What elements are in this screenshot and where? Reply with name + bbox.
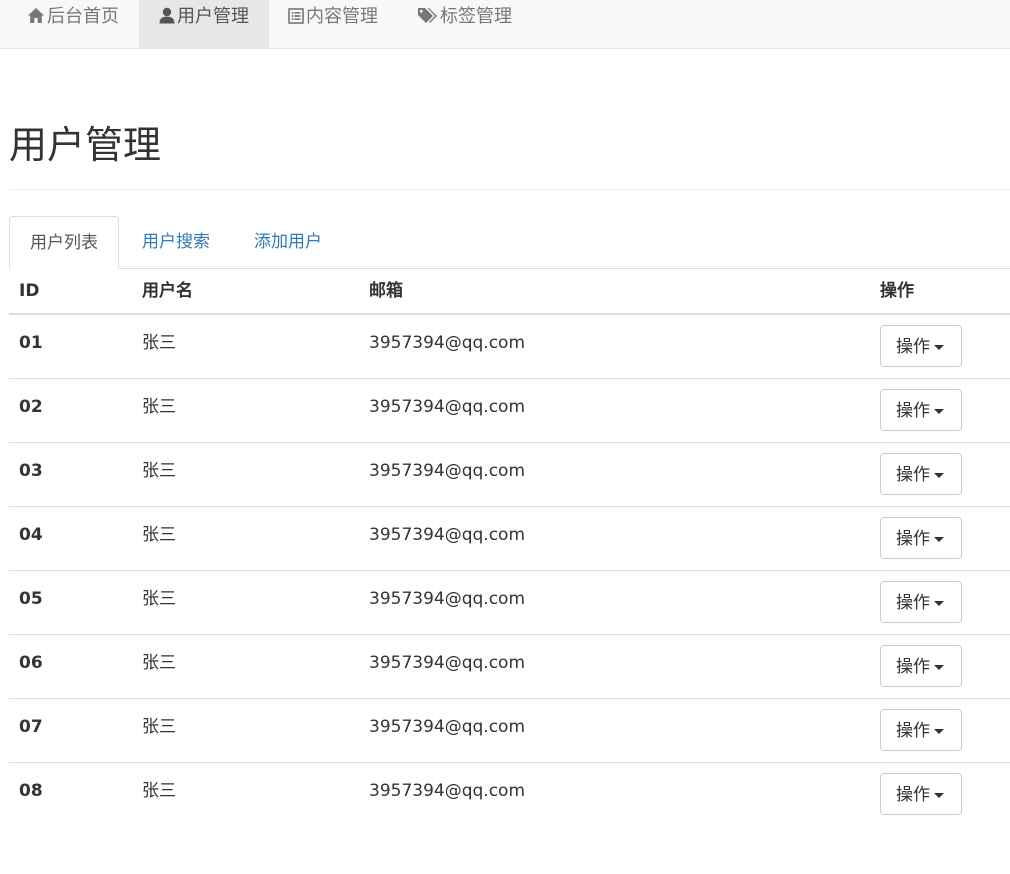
actions-dropdown-button[interactable]: 操作 — [880, 325, 962, 367]
home-icon — [28, 8, 44, 23]
tab-add-user[interactable]: 添加用户 — [254, 216, 322, 269]
cell-id: 02 — [19, 397, 43, 417]
tab-user-search[interactable]: 用户搜索 — [142, 216, 210, 269]
caret-down-icon — [934, 600, 944, 606]
cell-username: 张三 — [142, 397, 176, 417]
table-row: 06 张三 3957394@qq.com 操作 — [9, 635, 1010, 699]
tags-icon — [418, 8, 437, 23]
nav-item-users[interactable]: 用户管理 — [139, 0, 269, 48]
caret-down-icon — [934, 344, 944, 350]
caret-down-icon — [934, 728, 944, 734]
header-email: 邮箱 — [369, 281, 403, 301]
tab-user-list[interactable]: 用户列表 — [9, 216, 119, 269]
caret-down-icon — [934, 408, 944, 414]
table-row: 03 张三 3957394@qq.com 操作 — [9, 443, 1010, 507]
cell-username: 张三 — [142, 589, 176, 609]
actions-dropdown-button[interactable]: 操作 — [880, 581, 962, 623]
actions-dropdown-button[interactable]: 操作 — [880, 389, 962, 431]
actions-button-label: 操作 — [896, 785, 930, 805]
table-row: 04 张三 3957394@qq.com 操作 — [9, 507, 1010, 571]
actions-dropdown-button[interactable]: 操作 — [880, 773, 962, 815]
cell-id: 04 — [19, 525, 43, 545]
caret-down-icon — [934, 792, 944, 798]
table-header: ID 用户名 邮箱 操作 — [9, 269, 1010, 315]
cell-email: 3957394@qq.com — [369, 717, 526, 737]
cell-id: 08 — [19, 781, 43, 801]
user-table: ID 用户名 邮箱 操作 01 张三 3957394@qq.com 操作 02 … — [9, 269, 1010, 827]
actions-button-label: 操作 — [896, 657, 930, 677]
title-divider — [9, 189, 1010, 190]
table-row: 02 张三 3957394@qq.com 操作 — [9, 379, 1010, 443]
cell-username: 张三 — [142, 461, 176, 481]
actions-button-label: 操作 — [896, 401, 930, 421]
cell-email: 3957394@qq.com — [369, 653, 526, 673]
table-row: 05 张三 3957394@qq.com 操作 — [9, 571, 1010, 635]
cell-username: 张三 — [142, 781, 176, 801]
cell-email: 3957394@qq.com — [369, 461, 526, 481]
nav-item-label: 用户管理 — [177, 6, 249, 27]
cell-username: 张三 — [142, 525, 176, 545]
table-row: 07 张三 3957394@qq.com 操作 — [9, 699, 1010, 763]
nav-item-tags[interactable]: 标签管理 — [417, 0, 512, 48]
header-id: ID — [19, 281, 40, 301]
nav-item-label: 后台首页 — [47, 6, 119, 27]
caret-down-icon — [934, 664, 944, 670]
page-title: 用户管理 — [9, 123, 162, 167]
cell-email: 3957394@qq.com — [369, 333, 526, 353]
cell-username: 张三 — [142, 717, 176, 737]
top-navbar: 后台首页 用户管理 内容管理 标签管理 — [0, 0, 1010, 49]
table-row: 01 张三 3957394@qq.com 操作 — [9, 315, 1010, 379]
cell-email: 3957394@qq.com — [369, 781, 526, 801]
header-username: 用户名 — [142, 281, 193, 301]
cell-id: 03 — [19, 461, 43, 481]
cell-email: 3957394@qq.com — [369, 397, 526, 417]
nav-item-content[interactable]: 内容管理 — [288, 0, 378, 48]
caret-down-icon — [934, 472, 944, 478]
caret-down-icon — [934, 536, 944, 542]
cell-id: 05 — [19, 589, 43, 609]
actions-dropdown-button[interactable]: 操作 — [880, 517, 962, 559]
actions-dropdown-button[interactable]: 操作 — [880, 453, 962, 495]
actions-button-label: 操作 — [896, 721, 930, 741]
cell-username: 张三 — [142, 653, 176, 673]
header-actions: 操作 — [880, 281, 914, 301]
cell-username: 张三 — [142, 333, 176, 353]
actions-dropdown-button[interactable]: 操作 — [880, 645, 962, 687]
actions-button-label: 操作 — [896, 529, 930, 549]
user-icon — [159, 7, 175, 24]
actions-button-label: 操作 — [896, 337, 930, 357]
table-body: 01 张三 3957394@qq.com 操作 02 张三 3957394@qq… — [9, 315, 1010, 827]
cell-id: 06 — [19, 653, 43, 673]
actions-dropdown-button[interactable]: 操作 — [880, 709, 962, 751]
cell-email: 3957394@qq.com — [369, 525, 526, 545]
nav-item-label: 标签管理 — [440, 6, 512, 27]
actions-button-label: 操作 — [896, 593, 930, 613]
cell-id: 07 — [19, 717, 43, 737]
table-row: 08 张三 3957394@qq.com 操作 — [9, 763, 1010, 827]
list-icon — [288, 8, 304, 24]
cell-email: 3957394@qq.com — [369, 589, 526, 609]
tab-bar: 用户列表 用户搜索 添加用户 — [9, 216, 1010, 269]
actions-button-label: 操作 — [896, 465, 930, 485]
nav-item-label: 内容管理 — [306, 6, 378, 27]
nav-item-home[interactable]: 后台首页 — [27, 0, 119, 48]
cell-id: 01 — [19, 333, 43, 353]
